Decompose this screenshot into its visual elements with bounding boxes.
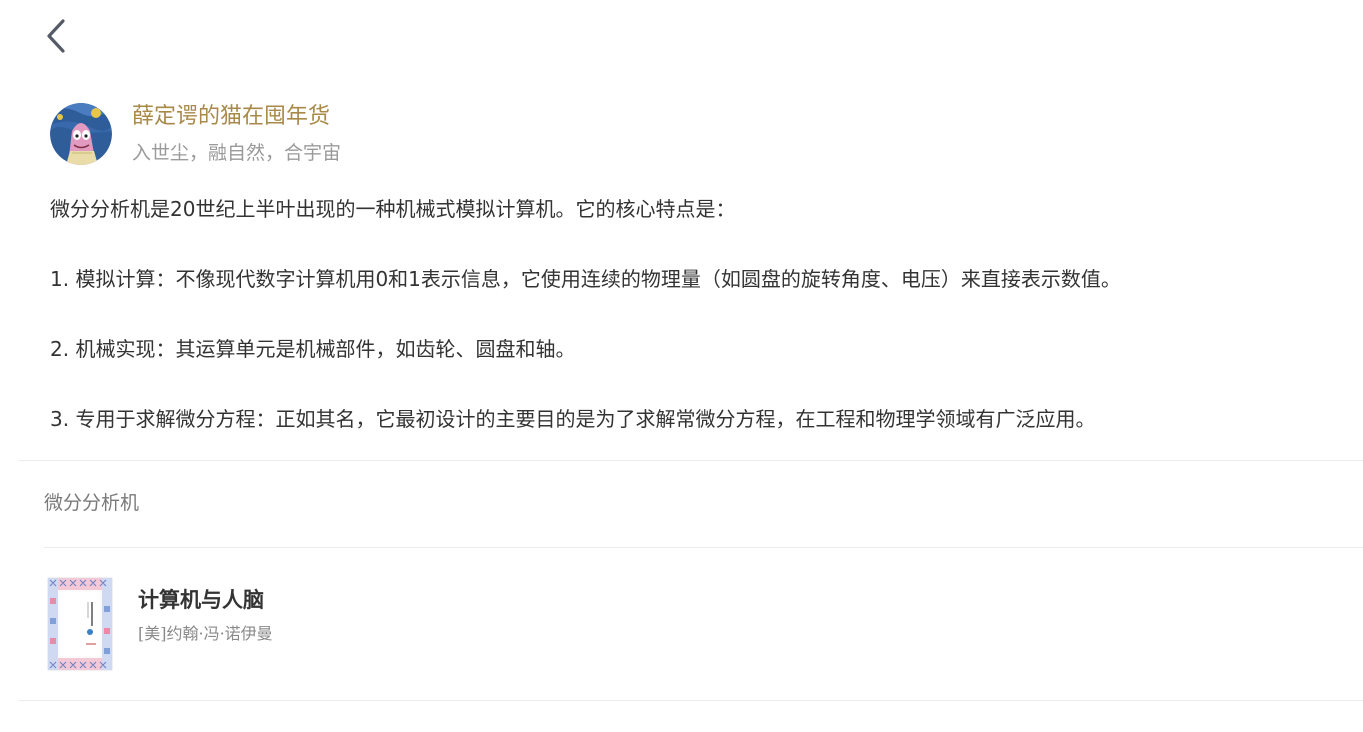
book-card[interactable]: 计算机与人脑 [美]约翰·冯·诺伊曼	[44, 572, 644, 672]
divider	[18, 700, 1363, 701]
content-paragraph: 3. 专用于求解微分方程：正如其名，它最初设计的主要目的是为了求解常微分方程，在…	[50, 407, 1096, 431]
content-paragraph: 微分分析机是20世纪上半叶出现的一种机械式模拟计算机。它的核心特点是：	[50, 197, 736, 221]
page: 薛定谔的猫在囤年货 入世尘，融自然，合宇宙 微分分析机是20世纪上半叶出现的一种…	[0, 0, 1363, 732]
avatar[interactable]	[50, 103, 112, 165]
book-title: 计算机与人脑	[138, 587, 264, 612]
chevron-left-icon	[47, 19, 65, 53]
book-cover-image	[48, 578, 112, 670]
back-button[interactable]	[40, 14, 76, 58]
post-content: 微分分析机是20世纪上半叶出现的一种机械式模拟计算机。它的核心特点是： 1. 模…	[50, 193, 1340, 435]
divider	[44, 547, 1363, 548]
author-name[interactable]: 薛定谔的猫在囤年货	[132, 103, 330, 131]
divider	[18, 460, 1363, 461]
book-author: [美]约翰·冯·诺伊曼	[138, 624, 273, 643]
content-paragraph: 1. 模拟计算：不像现代数字计算机用0和1表示信息，它使用连续的物理量（如圆盘的…	[50, 267, 1121, 291]
author-header: 薛定谔的猫在囤年货 入世尘，融自然，合宇宙	[50, 103, 650, 167]
avatar-image	[50, 103, 112, 165]
author-motto: 入世尘，融自然，合宇宙	[132, 142, 342, 164]
content-paragraph: 2. 机械实现：其运算单元是机械部件，如齿轮、圆盘和轴。	[50, 337, 576, 361]
book-cover	[48, 578, 112, 670]
topic-tag[interactable]: 微分分析机	[44, 490, 139, 516]
